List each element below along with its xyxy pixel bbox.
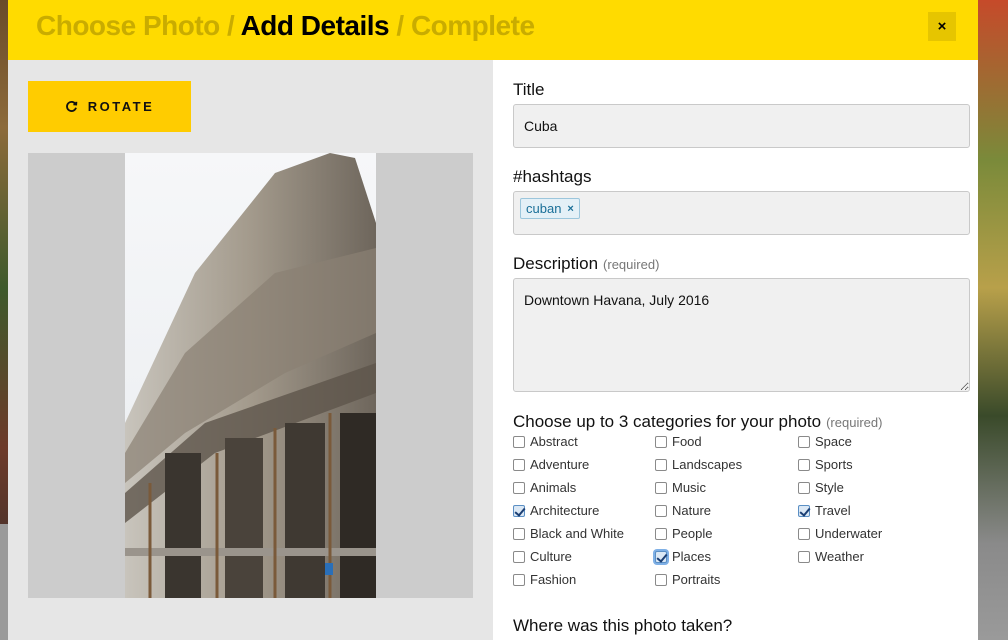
rotate-label: ROTATE (87, 99, 155, 114)
category-adventure[interactable]: Adventure (513, 457, 589, 472)
category-portraits[interactable]: Portraits (655, 572, 720, 587)
background-page-bottom (0, 524, 8, 640)
hashtags-label: #hashtags (513, 167, 592, 186)
step-complete: Complete (410, 10, 535, 41)
category-checkbox[interactable] (655, 527, 667, 540)
category-animals[interactable]: Animals (513, 480, 576, 495)
category-label: Food (672, 434, 702, 449)
category-checkbox[interactable] (798, 458, 810, 471)
category-label: Music (672, 480, 706, 495)
categories-label: Choose up to 3 categories for your photo… (513, 412, 883, 431)
category-label: Culture (530, 549, 572, 564)
category-checkbox[interactable] (513, 481, 525, 494)
required-note: (required) (603, 257, 660, 272)
category-checkbox[interactable] (513, 573, 525, 586)
category-label: Weather (815, 549, 864, 564)
category-label: Travel (815, 503, 851, 518)
wizard-steps: Choose Photo / Add Details / Complete (36, 10, 535, 42)
category-label: Places (672, 549, 712, 564)
category-label: Architecture (530, 503, 600, 518)
category-sports[interactable]: Sports (798, 457, 853, 472)
category-checkbox[interactable] (513, 435, 525, 448)
hashtags-input[interactable]: cuban × (513, 191, 970, 235)
step-separator: / (389, 10, 411, 41)
title-input[interactable] (513, 104, 970, 148)
category-style[interactable]: Style (798, 480, 844, 495)
category-checkbox[interactable] (513, 550, 525, 563)
required-note: (required) (826, 415, 883, 430)
category-label: Underwater (815, 526, 883, 541)
category-label: Adventure (530, 457, 590, 472)
photo-preview-frame (28, 153, 473, 598)
details-form: Title #hashtags cuban × Description(requ… (513, 60, 970, 640)
remove-hashtag-icon[interactable]: × (567, 203, 573, 215)
category-checkbox[interactable] (798, 504, 810, 517)
step-add-details: Add Details (240, 10, 390, 41)
category-checkbox[interactable] (798, 527, 810, 540)
category-label: Animals (530, 480, 577, 495)
rotate-icon (65, 100, 78, 112)
category-black-and-white[interactable]: Black and White (513, 526, 624, 541)
location-label: Where was this photo taken? (513, 616, 733, 635)
category-abstract[interactable]: Abstract (513, 434, 578, 449)
category-checkbox[interactable] (513, 504, 525, 517)
category-landscapes[interactable]: Landscapes (655, 457, 742, 472)
close-button[interactable]: × (928, 12, 956, 41)
category-food[interactable]: Food (655, 434, 702, 449)
category-checkbox[interactable] (655, 573, 667, 586)
category-travel[interactable]: Travel (798, 503, 851, 518)
category-space[interactable]: Space (798, 434, 852, 449)
category-fashion[interactable]: Fashion (513, 572, 576, 587)
category-label: Portraits (672, 572, 721, 587)
category-checkbox[interactable] (655, 550, 667, 563)
category-checkbox[interactable] (798, 550, 810, 563)
category-weather[interactable]: Weather (798, 549, 864, 564)
photo-preview (125, 153, 376, 598)
category-label: Black and White (530, 526, 624, 541)
hashtag-chip: cuban × (520, 198, 580, 219)
category-label: Landscapes (672, 457, 743, 472)
category-music[interactable]: Music (655, 480, 706, 495)
category-checkbox[interactable] (798, 481, 810, 494)
description-label: Description (required) (513, 254, 660, 273)
category-people[interactable]: People (655, 526, 712, 541)
category-label: Sports (815, 457, 853, 472)
rotate-button[interactable]: ROTATE (28, 81, 191, 132)
category-checkbox[interactable] (655, 458, 667, 471)
title-label: Title (513, 80, 545, 99)
category-label: Style (815, 480, 844, 495)
category-underwater[interactable]: Underwater (798, 526, 882, 541)
category-places[interactable]: Places (655, 549, 711, 564)
background-page-right (978, 0, 1008, 640)
category-architecture[interactable]: Architecture (513, 503, 599, 518)
step-choose-photo[interactable]: Choose Photo (36, 10, 220, 41)
category-label: People (672, 526, 713, 541)
category-checkbox[interactable] (655, 481, 667, 494)
category-checkbox[interactable] (655, 435, 667, 448)
description-textarea[interactable]: Downtown Havana, July 2016 (513, 278, 970, 392)
photo-building-image (125, 153, 376, 598)
category-label: Space (815, 434, 852, 449)
category-checkbox[interactable] (655, 504, 667, 517)
hashtag-chip-text: cuban (526, 201, 562, 216)
category-checkbox[interactable] (513, 527, 525, 540)
upload-modal: Choose Photo / Add Details / Complete × … (8, 0, 978, 640)
category-label: Nature (672, 503, 712, 518)
step-separator: / (219, 10, 241, 41)
category-checkbox[interactable] (798, 435, 810, 448)
category-culture[interactable]: Culture (513, 549, 572, 564)
category-checkbox[interactable] (513, 458, 525, 471)
category-nature[interactable]: Nature (655, 503, 711, 518)
photo-pane: ROTATE (8, 60, 493, 640)
modal-header: Choose Photo / Add Details / Complete × (8, 0, 978, 60)
category-label: Fashion (530, 572, 577, 587)
category-label: Abstract (530, 434, 578, 449)
